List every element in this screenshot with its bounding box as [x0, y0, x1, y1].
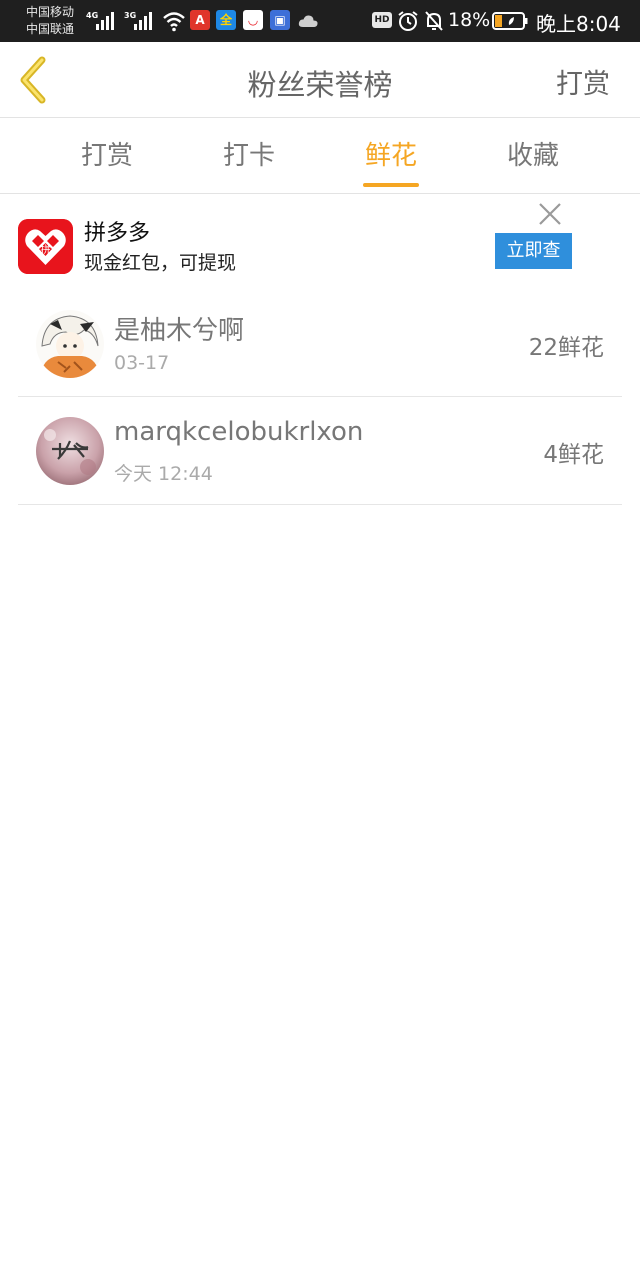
carrier-info: 中国移动 中国联通 — [26, 4, 74, 38]
fan-name: 是柚木兮啊 — [114, 316, 245, 346]
jd-icon: ◡ — [243, 10, 263, 30]
tab-checkin[interactable]: 打卡 — [179, 118, 319, 194]
status-time: 晚上8:04 — [536, 12, 621, 36]
page-title: 粉丝荣誉榜 — [247, 68, 393, 102]
signal-icon — [96, 12, 118, 30]
list-item[interactable]: marqkcelobukrlxon 今天 12:44 4鲜花 — [18, 397, 622, 505]
active-tab-indicator — [363, 183, 419, 187]
ad-banner[interactable]: 拼 拼多多 现金红包，可提现 立即查 — [0, 194, 640, 290]
tab-reward[interactable]: 打赏 — [37, 118, 177, 194]
battery-percent: 18% — [448, 9, 491, 31]
ad-action-button[interactable]: 立即查 — [495, 233, 572, 269]
bell-off-icon — [425, 11, 443, 31]
fan-name: marqkcelobukrlxon — [114, 417, 364, 447]
ad-title: 拼多多 — [84, 221, 151, 246]
wifi-icon — [163, 12, 185, 32]
close-icon[interactable] — [536, 200, 564, 228]
flower-count: 4鲜花 — [543, 442, 604, 468]
reward-button[interactable]: 打赏 — [556, 62, 610, 101]
adobe-icon: A — [190, 10, 210, 30]
fan-date: 03-17 — [114, 352, 170, 374]
fan-list: 是柚木兮啊 03-17 22鲜花 marqkcelobukrlxon 今天 12… — [18, 290, 622, 505]
svg-text:拼: 拼 — [41, 243, 51, 256]
carrier-1: 中国移动 — [26, 5, 75, 19]
tab-bar: 打赏 打卡 鲜花 收藏 — [0, 118, 640, 194]
fan-date: 今天 12:44 — [114, 463, 213, 485]
quanmin-icon: 全 — [216, 10, 236, 30]
alarm-icon — [398, 11, 418, 31]
flower-count: 22鲜花 — [528, 335, 604, 361]
tab-favorites[interactable]: 收藏 — [463, 118, 603, 194]
status-bar: 中国移动 中国联通 4G 3G A 全 ◡ ▣ HD 18% 晚上8:04 — [0, 0, 640, 42]
avatar — [36, 310, 104, 378]
carrier-2: 中国联通 — [26, 22, 75, 36]
hd-badge: HD — [372, 12, 392, 28]
calendar-icon: ▣ — [270, 10, 290, 30]
avatar — [36, 417, 104, 485]
pinduoduo-logo: 拼 — [18, 219, 73, 274]
list-item[interactable]: 是柚木兮啊 03-17 22鲜花 — [18, 290, 622, 397]
ad-description: 现金红包，可提现 — [84, 252, 237, 274]
app-header: 粉丝荣誉榜 打赏 — [0, 42, 640, 118]
battery-icon — [492, 12, 528, 30]
signal-icon — [134, 12, 156, 30]
cloud-icon — [298, 15, 318, 27]
